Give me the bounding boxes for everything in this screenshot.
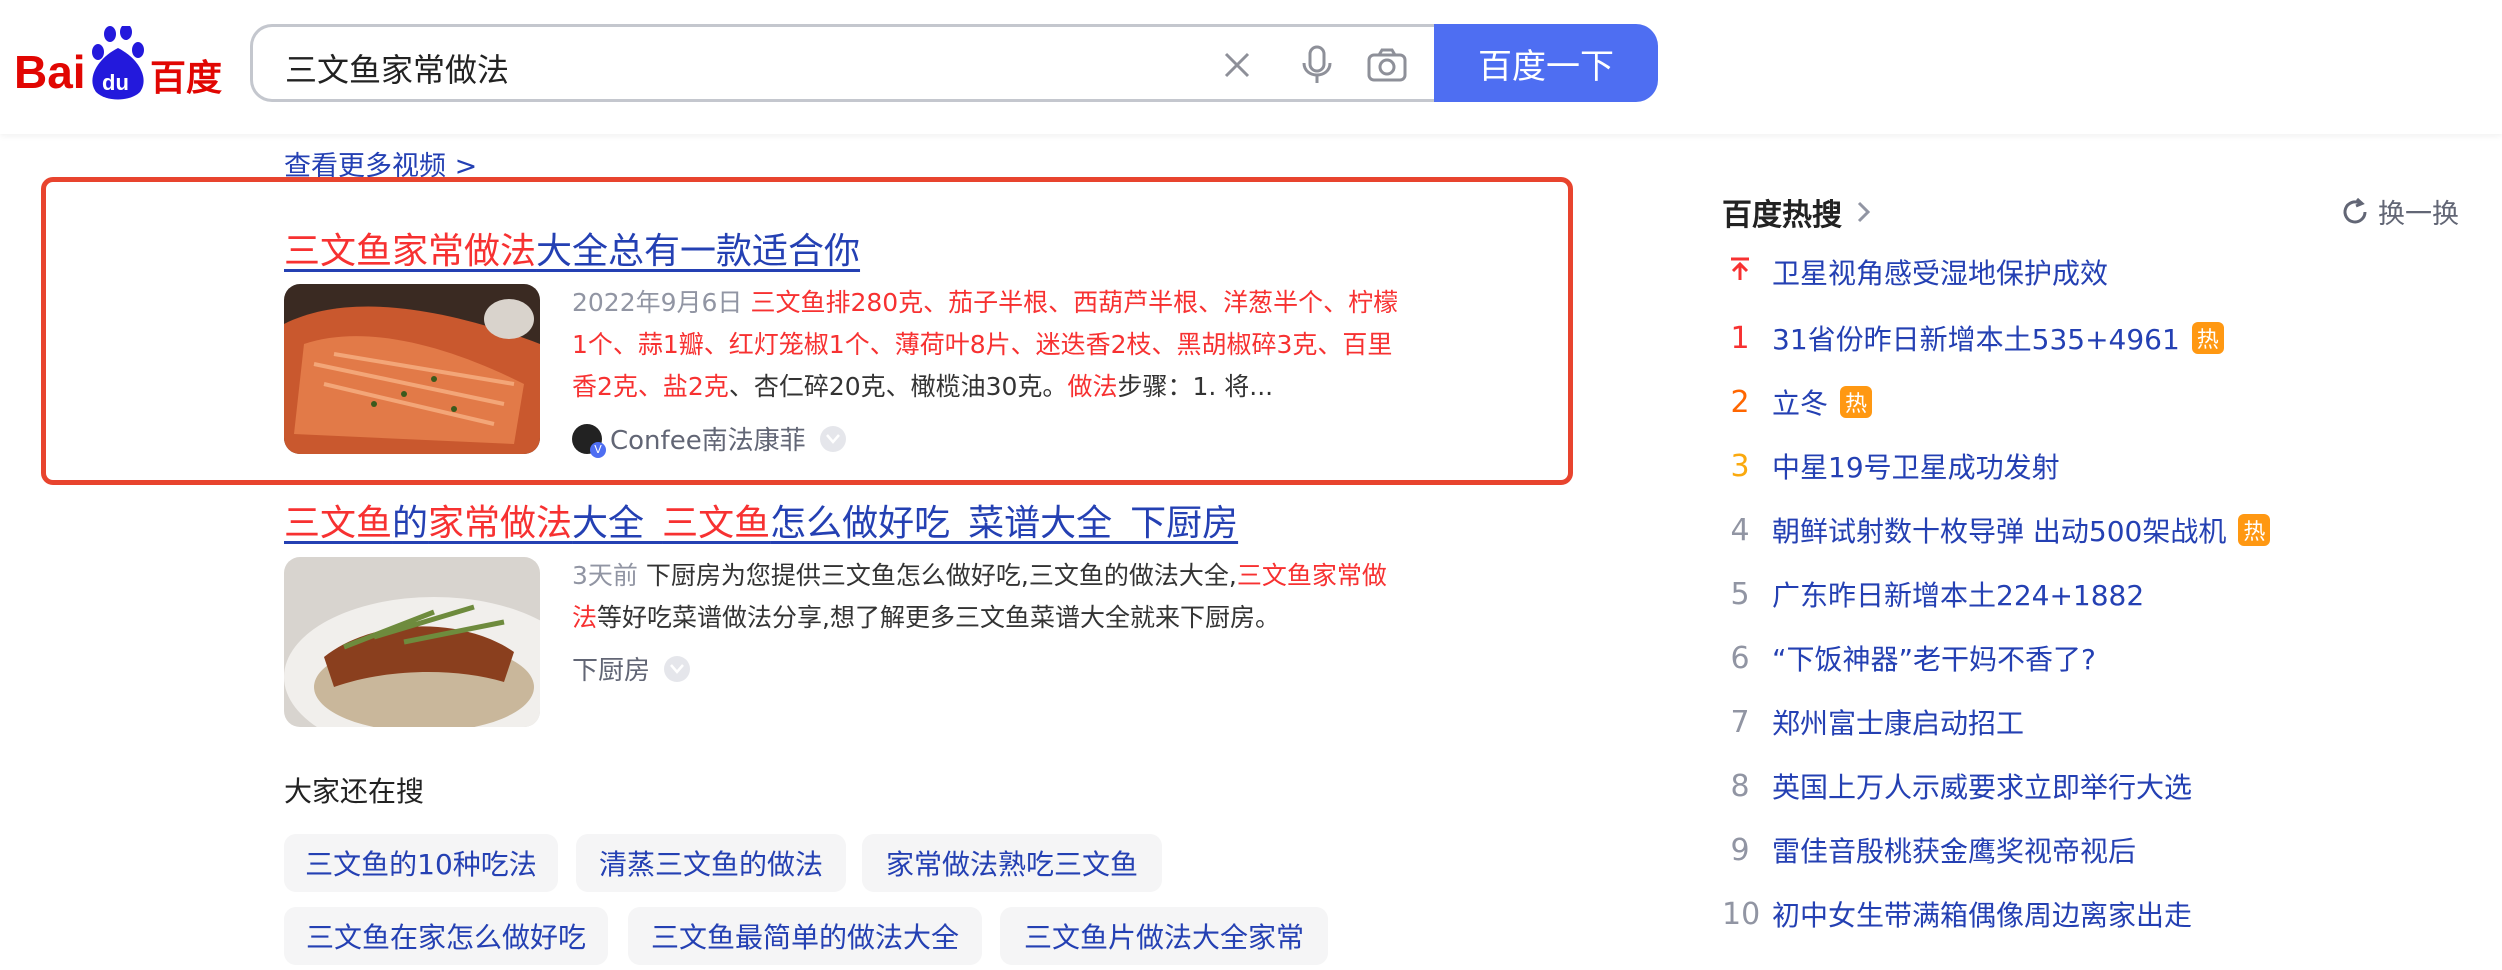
baidu-logo[interactable]: Bai du 百度 (14, 24, 224, 102)
svg-text:百度: 百度 (150, 58, 222, 99)
hot-rank: 9 (1730, 832, 1750, 868)
snippet-text: 、杏仁碎20克、橄榄油30克。 (728, 372, 1068, 401)
hot-search-item[interactable]: 2 立冬热 (1722, 378, 1873, 426)
svg-text:Bai: Bai (14, 46, 86, 98)
hot-search-text: 卫星视角感受湿地保护成效 (1772, 257, 2109, 290)
title-text: 大全_ (572, 503, 663, 544)
microphone-icon[interactable] (1293, 41, 1341, 89)
hot-search-text: 雷佳音殷桃获金鹰奖视帝视后 (1772, 835, 2137, 868)
hot-search-text: 初中女生带满箱偶像周边离家出走 (1772, 899, 2193, 932)
pinned-top-icon (1722, 255, 1758, 290)
top-bar: Bai du 百度 三文鱼家常做法 百度一下 (0, 0, 2502, 134)
refresh-label: 换一换 (2378, 199, 2459, 230)
result-source[interactable]: 下厨房 (572, 650, 691, 687)
also-search-title: 大家还在搜 (284, 775, 425, 808)
search-button[interactable]: 百度一下 (1434, 24, 1658, 102)
result-date: 2022年9月6日 (572, 288, 743, 317)
result-title[interactable]: 三文鱼的家常做法大全_三文鱼怎么做好吃_菜谱大全_下厨房 (284, 494, 1238, 546)
hot-search-item[interactable]: 3 中星19号卫星成功发射 (1722, 442, 2060, 490)
result-date: 3天前 (572, 561, 638, 590)
result-source[interactable]: V Confee南法康菲 (572, 420, 846, 458)
hot-search-item[interactable]: 8 英国上万人示威要求立即举行大选 (1722, 762, 2192, 810)
snippet-text: 下厨房为您提供三文鱼怎么做好吃,三文鱼的做法大全, (645, 561, 1237, 590)
related-search-tag[interactable]: 三文鱼的10种吃法 (284, 834, 558, 892)
title-text: 大全总有一款适合你 (536, 231, 861, 272)
title-keyword: 家常做法 (428, 503, 573, 544)
hot-rank: 3 (1730, 448, 1750, 484)
hot-search-title: 百度热搜 (1722, 198, 1842, 233)
related-search-tag[interactable]: 清蒸三文鱼的做法 (576, 834, 846, 892)
hot-search-item[interactable]: 9 雷佳音殷桃获金鹰奖视帝视后 (1722, 826, 2136, 874)
hot-badge: 热 (2191, 322, 2224, 354)
svg-text:du: du (102, 70, 129, 95)
refresh-button[interactable]: 换一换 (2340, 192, 2459, 231)
result-snippet: 2022年9月6日 三文鱼排280克、茄子半根、西葫芦半根、洋葱半个、柠檬1个、蒜… (572, 282, 1402, 408)
hot-search-item[interactable]: 5 广东昨日新增本土224+1882 (1722, 570, 2144, 618)
related-search-tag[interactable]: 三文鱼最简单的做法大全 (628, 907, 982, 965)
hot-rank: 2 (1730, 384, 1750, 420)
title-text: 怎么做好吃_菜谱大全_下厨房 (770, 503, 1239, 544)
hot-rank: 8 (1730, 768, 1750, 804)
hot-search-text: “下饭神器”老干妈不香了? (1772, 643, 2096, 676)
hot-rank: 7 (1730, 704, 1750, 740)
related-search-tag[interactable]: 三文鱼片做法大全家常 (1000, 907, 1328, 965)
hot-search-item[interactable]: 7 郑州富士康启动招工 (1722, 698, 2024, 746)
title-text: 的 (392, 503, 429, 544)
hot-badge: 热 (2238, 514, 2271, 546)
hot-search-text: 英国上万人示威要求立即举行大选 (1772, 771, 2193, 804)
hot-rank: 4 (1730, 512, 1750, 548)
hot-search-text: 31省份昨日新增本土535+4961 (1772, 323, 2180, 356)
search-query[interactable]: 三文鱼家常做法 (285, 45, 509, 91)
hot-rank: 10 (1722, 896, 1761, 932)
clear-icon[interactable] (1213, 41, 1261, 89)
result-snippet: 3天前 下厨房为您提供三文鱼怎么做好吃,三文鱼的做法大全,三文鱼家常做法等好吃菜谱… (572, 555, 1402, 639)
snippet-keyword: 做法 (1067, 372, 1118, 401)
title-keyword: 三文鱼 (662, 503, 771, 544)
hot-badge: 热 (1840, 386, 1873, 418)
hot-search-item[interactable]: 1 31省份昨日新增本土535+4961 热 (1722, 314, 2224, 362)
source-name: 下厨房 (572, 656, 651, 686)
hot-rank: 5 (1730, 576, 1750, 612)
camera-icon[interactable] (1363, 41, 1411, 89)
source-avatar: V (572, 423, 606, 458)
related-search-tag[interactable]: 家常做法熟吃三文鱼 (862, 834, 1162, 892)
source-menu-icon[interactable] (664, 655, 691, 682)
hot-search-item[interactable]: 卫星视角感受湿地保护成效 (1722, 248, 2108, 296)
title-keyword: 三文鱼家常做法 (284, 231, 537, 272)
hot-search-header[interactable]: 百度热搜 (1722, 190, 1874, 234)
hot-search-item[interactable]: 10 初中女生带满箱偶像周边离家出走 (1722, 890, 2192, 938)
hot-rank: 6 (1730, 640, 1750, 676)
hot-search-text: 朝鲜试射数十枚导弹 出动500架战机 (1772, 515, 2227, 548)
hot-search-text: 郑州富士康启动招工 (1772, 707, 2025, 740)
hot-search-text: 广东昨日新增本土224+1882 (1772, 579, 2145, 612)
snippet-text: 等好吃菜谱做法分享,想了解更多三文鱼菜谱大全就来下厨房。 (597, 603, 1280, 632)
search-input[interactable]: 三文鱼家常做法 (250, 24, 1434, 102)
result-thumbnail-dish[interactable] (284, 557, 540, 727)
source-name: Confee南法康菲 (610, 426, 806, 456)
result-thumbnail-salmon[interactable] (284, 284, 540, 454)
title-keyword: 三文鱼 (284, 503, 393, 544)
hot-rank: 1 (1730, 320, 1750, 356)
chevron-right-icon (1857, 201, 1871, 223)
related-search-tag[interactable]: 三文鱼在家怎么做好吃 (284, 907, 608, 965)
source-menu-icon[interactable] (819, 425, 846, 452)
result-title[interactable]: 三文鱼家常做法大全总有一款适合你 (284, 222, 860, 274)
snippet-text: 步骤：1. 将... (1117, 372, 1274, 401)
refresh-icon (2343, 197, 2367, 223)
hot-search-item[interactable]: 6 “下饭神器”老干妈不香了? (1722, 634, 2096, 682)
hot-search-text: 中星19号卫星成功发射 (1772, 451, 2060, 484)
hot-search-text: 立冬 (1772, 387, 1829, 420)
hot-search-item[interactable]: 4 朝鲜试射数十枚导弹 出动500架战机热 (1722, 506, 2271, 554)
